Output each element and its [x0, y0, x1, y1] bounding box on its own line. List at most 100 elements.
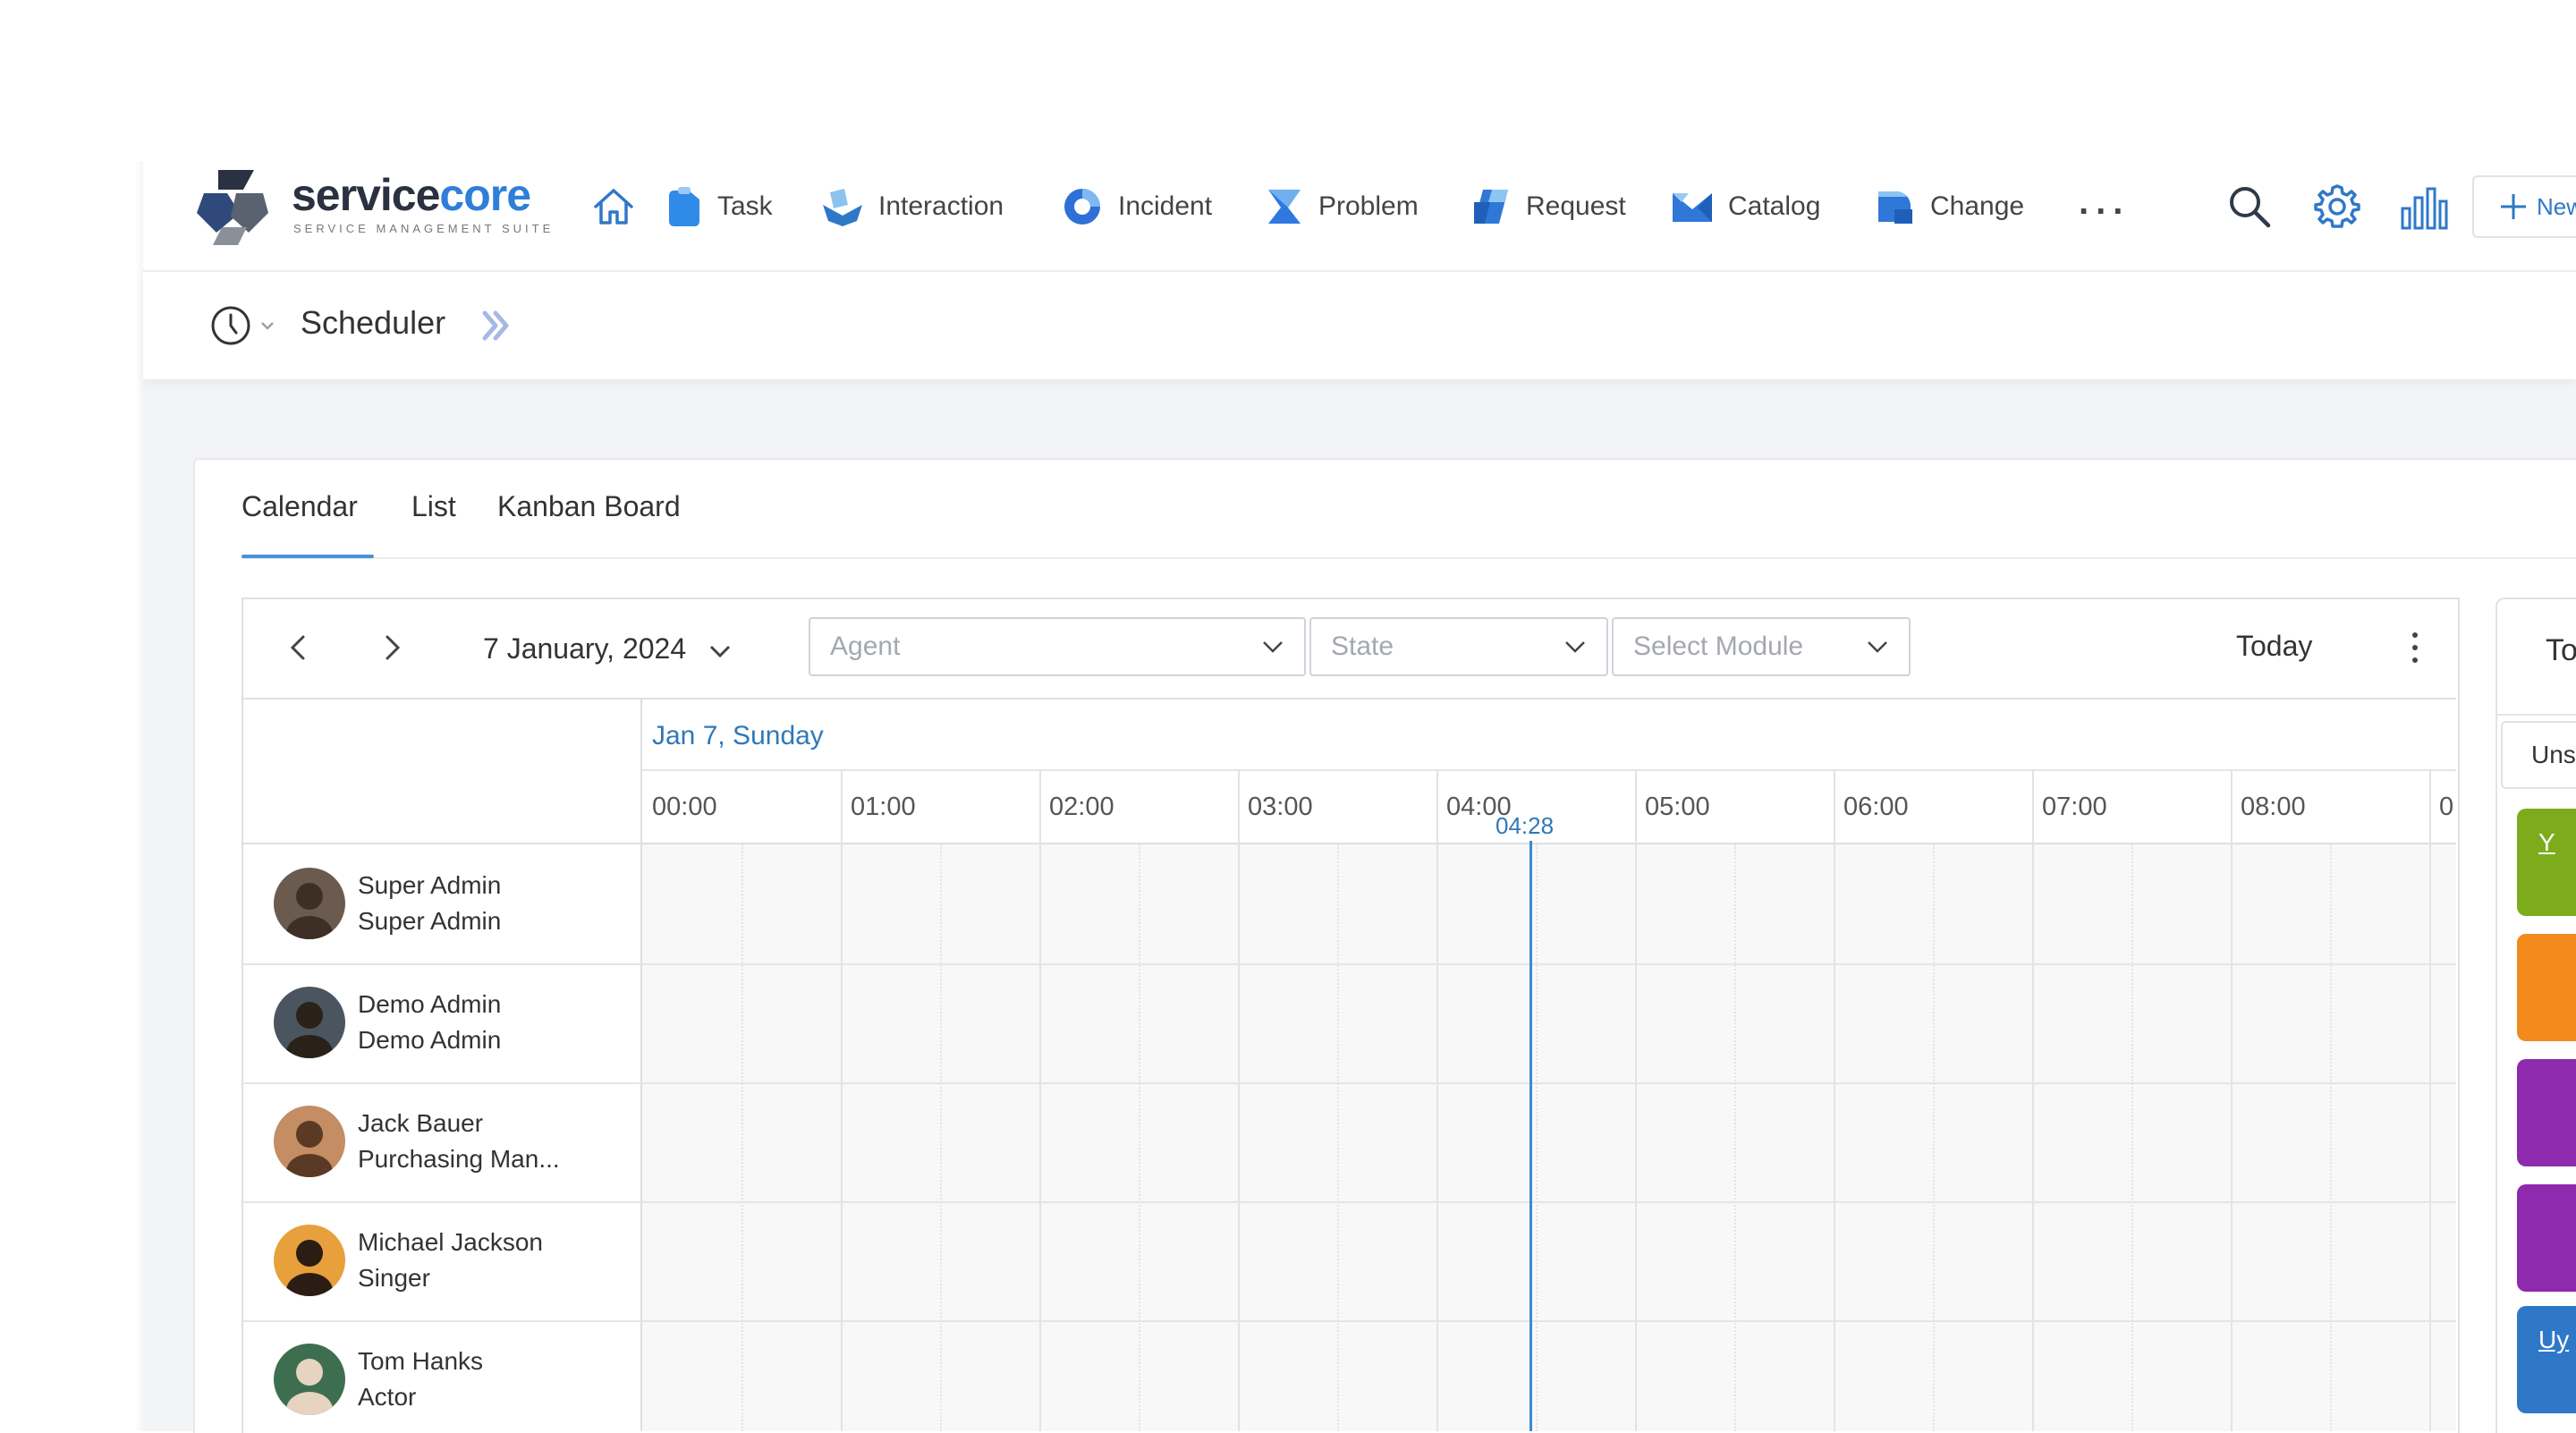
interaction-icon [823, 189, 862, 226]
tab-list[interactable]: List [411, 490, 456, 523]
half-hour-gridline [1734, 844, 1736, 1431]
more-icon: ... [2079, 182, 2131, 222]
nav-problem-label: Problem [1318, 191, 1419, 221]
resource-name: Demo Admin [358, 990, 502, 1018]
avatar [274, 1344, 345, 1415]
tab-kanban-board[interactable]: Kanban Board [497, 490, 681, 523]
timeline-grid[interactable] [642, 844, 2456, 1431]
nav-incident[interactable]: Incident [1061, 175, 1212, 238]
current-time-indicator [1530, 841, 1532, 1431]
nav-task[interactable]: Task [665, 175, 773, 238]
nav-change[interactable]: Change [1875, 175, 2024, 238]
incident-icon [1064, 189, 1100, 225]
resource-name: Jack Bauer [358, 1109, 484, 1137]
resource-role: Demo Admin [358, 1026, 502, 1054]
nav-request[interactable]: Request [1470, 175, 1626, 238]
window-shadow [134, 161, 143, 1431]
reports-button[interactable] [2397, 175, 2449, 238]
chevron-down-icon [1263, 641, 1283, 653]
row-divider [242, 963, 2456, 965]
avatar [274, 987, 345, 1058]
brand-tagline: SERVICE MANAGEMENT SUITE [293, 222, 555, 235]
new-button-label: New [2537, 192, 2576, 220]
resource-role: Super Admin [358, 907, 502, 935]
unscheduled-panel-divider [2497, 714, 2576, 716]
chevron-down-icon [1868, 641, 1887, 653]
active-tab-indicator [242, 555, 374, 558]
bar-chart-icon [2401, 187, 2448, 230]
date-picker[interactable]: 7 January, 2024 [483, 626, 751, 671]
settings-button[interactable] [2311, 175, 2363, 238]
resource-role: Purchasing Man... [358, 1145, 560, 1173]
unscheduled-tab[interactable]: Uns [2501, 721, 2576, 789]
resource-role: Singer [358, 1264, 430, 1292]
hour-label: 08:00 [2241, 793, 2306, 821]
hour-label: 00:00 [652, 793, 717, 821]
unscheduled-item[interactable] [2517, 934, 2576, 1041]
hour-gridline [2231, 771, 2233, 1431]
clock-icon [211, 306, 250, 345]
half-hour-gridline [2330, 844, 2332, 1431]
catalog-icon [1673, 193, 1712, 222]
nav-interaction[interactable]: Interaction [821, 175, 1004, 238]
nav-problem[interactable]: Problem [1265, 175, 1419, 238]
row-divider [242, 1082, 2456, 1084]
unscheduled-item[interactable] [2517, 1184, 2576, 1292]
hour-gridline [1039, 771, 1041, 1431]
resource-name: Tom Hanks [358, 1347, 484, 1375]
state-select[interactable]: State [1309, 617, 1608, 676]
tab-calendar[interactable]: Calendar [242, 490, 358, 523]
page-title: Scheduler [301, 304, 446, 341]
row-divider [242, 1201, 2456, 1203]
half-hour-gridline [1139, 844, 1140, 1431]
kebab-menu-icon[interactable] [2406, 628, 2424, 667]
new-button[interactable]: New [2472, 175, 2576, 238]
today-button[interactable]: Today [2236, 630, 2312, 663]
row-divider [242, 1320, 2456, 1322]
double-chevron-right-icon[interactable] [478, 308, 513, 343]
brand-name-core: core [439, 170, 531, 220]
previous-day-button[interactable] [281, 630, 317, 666]
nav-home[interactable] [590, 175, 637, 238]
nav-change-label: Change [1930, 191, 2025, 221]
day-header: Jan 7, Sunday [652, 721, 824, 750]
nav-catalog-label: Catalog [1728, 191, 1821, 221]
gear-icon [2314, 184, 2360, 228]
search-button[interactable] [2225, 175, 2274, 238]
next-day-button[interactable] [374, 630, 410, 666]
hour-label: 06:00 [1843, 793, 1909, 821]
tabs-divider [242, 557, 2576, 559]
hour-gridline [2032, 771, 2034, 1431]
unscheduled-item[interactable]: Uy [2517, 1306, 2576, 1413]
half-hour-gridline [1337, 844, 1339, 1431]
half-hour-gridline [1933, 844, 1935, 1431]
hour-label: 02:00 [1049, 793, 1114, 821]
hour-label: 05:00 [1645, 793, 1710, 821]
current-time-label: 04:28 [1496, 812, 1555, 839]
half-hour-gridline [2131, 844, 2133, 1431]
avatar [274, 1106, 345, 1177]
nav-request-label: Request [1526, 191, 1626, 221]
hour-gridline [2429, 771, 2431, 1431]
toolbar-divider [242, 698, 2456, 700]
half-hour-gridline [940, 844, 942, 1431]
half-hour-gridline [1536, 844, 1538, 1431]
agent-select-placeholder: Agent [830, 632, 901, 661]
unscheduled-item[interactable] [2517, 1059, 2576, 1166]
date-picker-label: 7 January, 2024 [483, 632, 687, 665]
chevron-down-icon [1565, 641, 1585, 653]
module-select[interactable]: Select Module [1612, 617, 1911, 676]
brand-logo[interactable]: servicecore SERVICE MANAGEMENT SUITE [191, 166, 550, 249]
hour-label: 0 [2439, 793, 2454, 821]
nav-more-button[interactable]: ... [2079, 175, 2130, 238]
time-header-divider [242, 843, 2456, 844]
hour-gridline [1635, 771, 1637, 1431]
unscheduled-item[interactable]: Y [2517, 809, 2576, 916]
state-select-placeholder: State [1331, 632, 1394, 661]
nav-catalog[interactable]: Catalog [1671, 175, 1820, 238]
unscheduled-item-label: Y [2538, 828, 2555, 856]
day-header-divider [642, 769, 2456, 771]
history-dropdown[interactable] [209, 302, 284, 349]
agent-select[interactable]: Agent [809, 617, 1306, 676]
logo-mark-icon [197, 170, 268, 245]
